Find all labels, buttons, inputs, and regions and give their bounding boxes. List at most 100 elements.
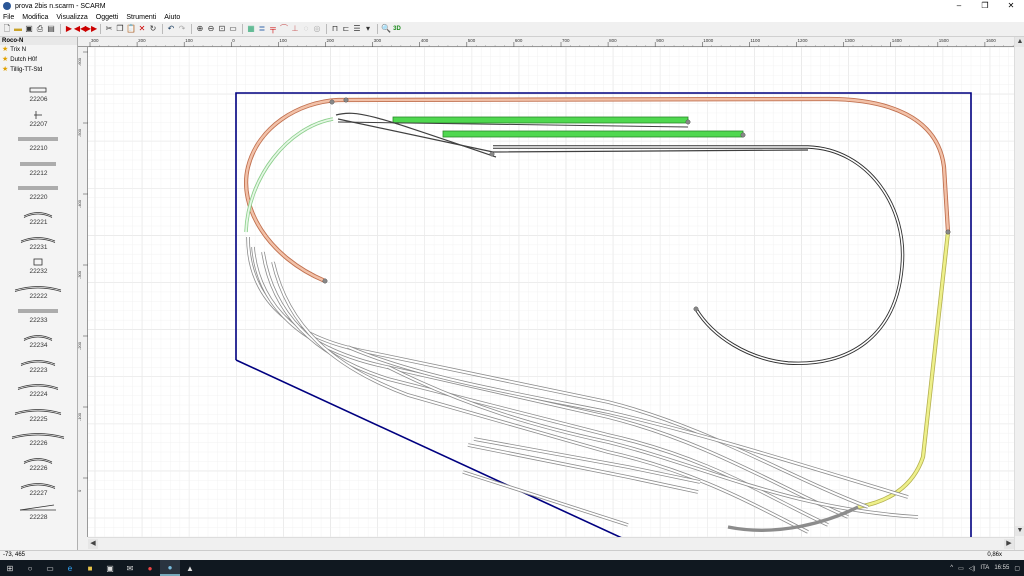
disconnect-icon[interactable]: ◎ bbox=[312, 24, 322, 34]
track-gray-2-fill[interactable] bbox=[252, 246, 849, 518]
copy-icon[interactable]: ❐ bbox=[115, 24, 125, 34]
redo-icon[interactable]: ↷ bbox=[177, 24, 187, 34]
scroll-down-icon[interactable]: ▼ bbox=[1015, 526, 1024, 536]
track-joint-marker[interactable] bbox=[685, 119, 691, 125]
layers-icon[interactable]: ▦ bbox=[246, 24, 256, 34]
list-icon[interactable]: ☰ bbox=[352, 24, 362, 34]
menu-visualizza[interactable]: Visualizza bbox=[56, 14, 87, 21]
delete-icon[interactable]: ✕ bbox=[137, 24, 147, 34]
paste-icon[interactable]: 📋 bbox=[126, 24, 136, 34]
track-joint-marker[interactable] bbox=[329, 99, 335, 105]
track-piece-item[interactable]: 22233 bbox=[0, 304, 77, 329]
track-piece-item[interactable]: 22207 bbox=[0, 108, 77, 133]
library-option[interactable]: ★ Trix N bbox=[0, 45, 77, 55]
height-icon[interactable]: ⊥ bbox=[290, 24, 300, 34]
photos-icon[interactable]: ▲ bbox=[180, 560, 200, 576]
layout-canvas[interactable] bbox=[88, 47, 1014, 537]
cut-icon[interactable]: ✂ bbox=[104, 24, 114, 34]
print-icon[interactable]: ⎙ bbox=[35, 24, 45, 34]
track-joint-marker[interactable] bbox=[945, 229, 951, 235]
close-button[interactable]: ✕ bbox=[998, 0, 1024, 12]
track-gray-1-fill[interactable] bbox=[247, 236, 869, 508]
menu-file[interactable]: File bbox=[3, 14, 14, 21]
minimize-button[interactable]: – bbox=[946, 0, 972, 12]
scroll-left-icon[interactable]: ◀ bbox=[88, 539, 98, 549]
track-piece-item[interactable]: 22210 bbox=[0, 132, 77, 157]
search-icon[interactable]: ○ bbox=[20, 560, 40, 576]
track-joint-marker[interactable] bbox=[693, 306, 699, 312]
track-joint-marker[interactable] bbox=[489, 151, 495, 157]
track-properties-icon[interactable]: ≣ bbox=[257, 24, 267, 34]
track-green-curve[interactable] bbox=[244, 117, 334, 233]
print-preview-icon[interactable]: ▤ bbox=[46, 24, 56, 34]
vertical-scrollbar[interactable]: ▲ ▼ bbox=[1014, 37, 1024, 550]
track-layout-drawing[interactable] bbox=[88, 47, 1014, 537]
new-file-icon[interactable]: 🗋 bbox=[2, 24, 12, 34]
track-piece-item[interactable]: 22227 bbox=[0, 477, 77, 502]
track-piece-item[interactable]: 22232 bbox=[0, 255, 77, 280]
menu-strumenti[interactable]: Strumenti bbox=[126, 14, 156, 21]
horizontal-scrollbar[interactable]: ◀ ▶ bbox=[88, 537, 1014, 550]
rewind-icon[interactable]: ◀◀ bbox=[74, 24, 86, 34]
signal-icon[interactable]: ╤ bbox=[268, 24, 278, 34]
track-gray-2[interactable] bbox=[251, 246, 849, 519]
track-piece-item[interactable]: 22224 bbox=[0, 378, 77, 403]
track-piece-item[interactable]: 22212 bbox=[0, 157, 77, 182]
track-piece-item[interactable]: 22226 bbox=[0, 452, 77, 477]
connect-icon[interactable]: ◌ bbox=[301, 24, 311, 34]
clock[interactable]: 16:55 bbox=[994, 565, 1009, 571]
language-indicator[interactable]: ITA bbox=[980, 565, 989, 571]
network-icon[interactable]: ▭ bbox=[958, 565, 964, 572]
scroll-up-icon[interactable]: ▲ bbox=[1015, 37, 1024, 47]
track-gray-link[interactable] bbox=[727, 505, 859, 532]
save-icon[interactable]: ▣ bbox=[24, 24, 34, 34]
track-piece-item[interactable]: 22231 bbox=[0, 231, 77, 256]
track-piece-item[interactable]: 22226 bbox=[0, 427, 77, 452]
track-piece-item[interactable]: 22228 bbox=[0, 501, 77, 526]
maximize-button[interactable]: ❐ bbox=[972, 0, 998, 12]
zoom-out-icon[interactable]: ⊖ bbox=[206, 24, 216, 34]
notifications-icon[interactable]: ▢ bbox=[1014, 565, 1020, 572]
tray-chevron-icon[interactable]: ^ bbox=[950, 565, 953, 571]
store-icon[interactable]: ▣ bbox=[100, 560, 120, 576]
siding-green-2[interactable] bbox=[442, 130, 744, 138]
play-icon[interactable]: ▶ bbox=[64, 24, 74, 34]
track-orange-loop[interactable] bbox=[244, 96, 951, 284]
edge-icon[interactable]: e bbox=[60, 560, 80, 576]
track-piece-item[interactable]: 22221 bbox=[0, 206, 77, 231]
library-option[interactable]: ★ Tillig-TT-Std bbox=[0, 65, 77, 75]
track-joint-marker[interactable] bbox=[343, 97, 349, 103]
forward-icon[interactable]: ▶▶ bbox=[85, 24, 97, 34]
track-orange-fill[interactable] bbox=[244, 97, 950, 283]
track-gray-spur-fill[interactable] bbox=[462, 471, 629, 526]
track-piece-item[interactable]: 22223 bbox=[0, 354, 77, 379]
explorer-icon[interactable]: ■ bbox=[80, 560, 100, 576]
menu-modifica[interactable]: Modifica bbox=[22, 14, 48, 21]
scarm-taskbar-icon[interactable]: ● bbox=[160, 560, 180, 576]
flex-track-icon[interactable]: ⌒ bbox=[279, 24, 289, 34]
scroll-right-icon[interactable]: ▶ bbox=[1004, 539, 1014, 549]
track-piece-item[interactable]: 22222 bbox=[0, 280, 77, 305]
track-orange-loop-inner[interactable] bbox=[245, 97, 949, 282]
volume-icon[interactable]: ◁) bbox=[969, 565, 976, 572]
track-piece-item[interactable]: 22234 bbox=[0, 329, 77, 354]
open-folder-icon[interactable]: ▬ bbox=[13, 24, 23, 34]
dropdown-icon[interactable]: ▾ bbox=[363, 24, 373, 34]
tunnel-icon[interactable]: ⊓ bbox=[330, 24, 340, 34]
track-joint-marker[interactable] bbox=[322, 278, 328, 284]
bridge-icon[interactable]: ⊏ bbox=[341, 24, 351, 34]
task-view-icon[interactable]: ▭ bbox=[40, 560, 60, 576]
zoom-window-icon[interactable]: ▭ bbox=[228, 24, 238, 34]
track-piece-item[interactable]: 22206 bbox=[0, 83, 77, 108]
start-icon[interactable]: ⊞ bbox=[0, 560, 20, 576]
zoom-in-icon[interactable]: ⊕ bbox=[195, 24, 205, 34]
siding-green-1[interactable] bbox=[392, 116, 689, 124]
track-piece-item[interactable]: 22220 bbox=[0, 181, 77, 206]
library-name[interactable]: Roco-N bbox=[0, 37, 77, 45]
track-green-curve-fill[interactable] bbox=[245, 118, 334, 233]
find-icon[interactable]: 🔍 bbox=[381, 24, 391, 34]
chrome-icon[interactable]: ● bbox=[140, 560, 160, 576]
menu-oggetti[interactable]: Oggetti bbox=[96, 14, 119, 21]
zoom-fit-icon[interactable]: ⊡ bbox=[217, 24, 227, 34]
rotate-icon[interactable]: ↻ bbox=[148, 24, 158, 34]
